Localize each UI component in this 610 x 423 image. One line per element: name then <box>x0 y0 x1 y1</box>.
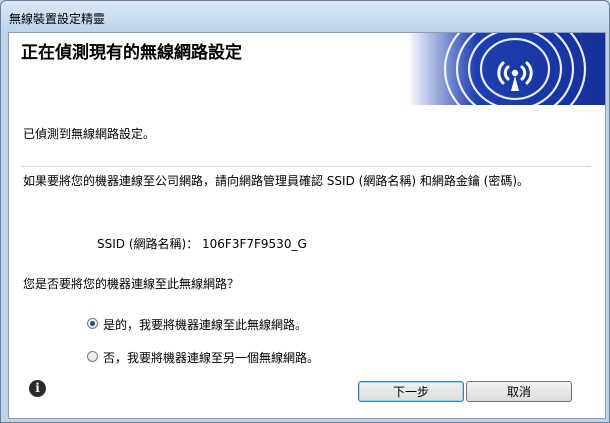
question-text: 您是否要將您的機器連線至此無線網路？ <box>23 277 240 291</box>
option-yes-label[interactable]: 是的，我要將機器連線至此無線網路。 <box>103 316 307 333</box>
wireless-logo-icon <box>407 33 605 105</box>
radio-selected-dot <box>90 321 95 326</box>
info-icon[interactable]: i <box>29 380 46 397</box>
detected-message: 已偵測到無線網路設定。 <box>23 127 156 141</box>
separator <box>21 166 591 167</box>
radio-no[interactable] <box>87 351 98 362</box>
ssid-value: 106F3F7F9530_G <box>202 237 307 251</box>
cancel-button[interactable]: 取消 <box>466 381 572 402</box>
window-title: 無線裝置設定精靈 <box>9 12 106 26</box>
header-banner: 正在偵測現有的無線網路設定 <box>9 33 605 105</box>
wizard-window: 無線裝置設定精靈 正在偵測現有的無線網路設定 已偵測到無線網路設定。 如果要將您… <box>0 0 610 423</box>
ssid-row: SSID (網路名稱)： 106F3F7F9530_G <box>97 235 307 252</box>
next-button[interactable]: 下一步 <box>358 381 464 402</box>
option-no-label[interactable]: 否，我要將機器連線至另一個無線網路。 <box>103 349 319 366</box>
wizard-content: 正在偵測現有的無線網路設定 已偵測到無線網路設定。 如果要將您的機器連線至公司網… <box>8 32 606 419</box>
radio-yes[interactable] <box>87 318 98 329</box>
page-title: 正在偵測現有的無線網路設定 <box>21 43 242 63</box>
instruction-message: 如果要將您的機器連線至公司網路，請向網路管理員確認 SSID (網路名稱) 和網… <box>23 174 530 188</box>
title-bar[interactable]: 無線裝置設定精靈 <box>1 1 609 33</box>
ssid-label: SSID (網路名稱)： <box>97 237 199 251</box>
